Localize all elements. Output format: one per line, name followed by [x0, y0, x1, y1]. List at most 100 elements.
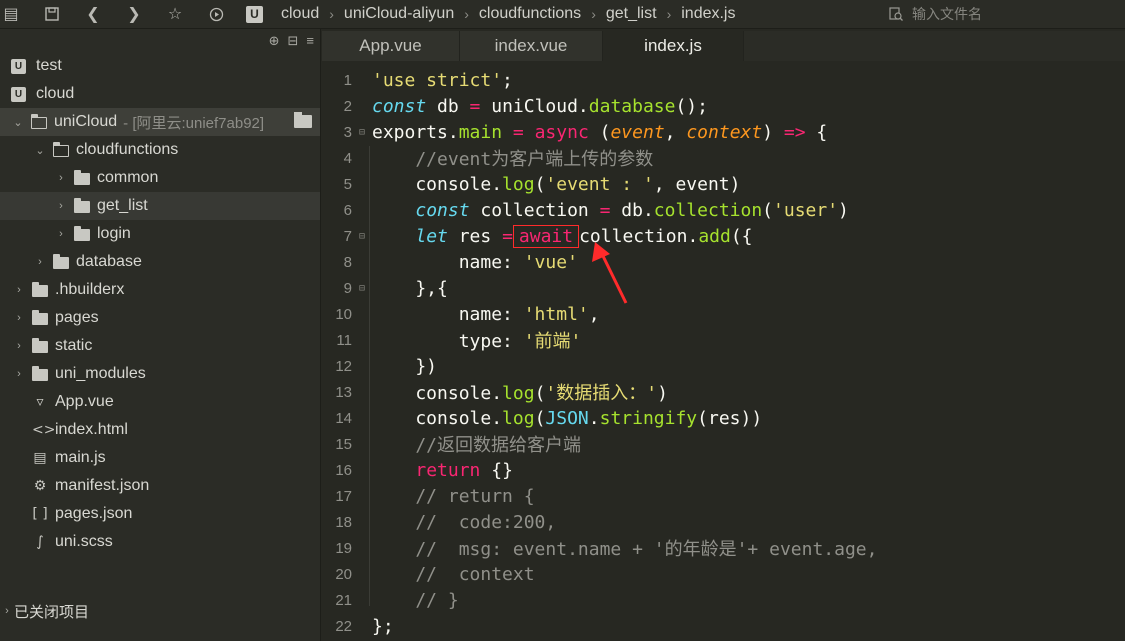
- tree-item-cloud[interactable]: U cloud: [0, 80, 320, 108]
- tree-item-get-list[interactable]: › get_list: [0, 192, 320, 220]
- tree-item-label: login: [97, 225, 131, 242]
- chevron-right-icon[interactable]: ›: [12, 312, 26, 324]
- tree-item-uni-scss[interactable]: ∫ uni.scss: [0, 528, 320, 556]
- closed-projects[interactable]: › 已关闭项目: [0, 597, 320, 625]
- tree-item-label: pages: [55, 309, 99, 326]
- folder-icon: [32, 366, 48, 381]
- locate-icon[interactable]: ⊕: [269, 33, 280, 49]
- tree-item-label: cloudfunctions: [76, 141, 179, 158]
- save-icon[interactable]: [41, 3, 63, 25]
- tree-item-label: pages.json: [55, 505, 133, 522]
- tree-item-label: static: [55, 337, 93, 354]
- project-explorer: ⊕ ⊟ ≡ U test U cloud ⌄ uniCloud - [阿里云:u…: [0, 29, 321, 641]
- tree-item-app-vue[interactable]: ▿ App.vue: [0, 388, 320, 416]
- chevron-right-icon[interactable]: ›: [12, 368, 26, 380]
- collapse-all-icon[interactable]: ⊟: [288, 33, 299, 49]
- tree-item-pages-json[interactable]: [ ] pages.json: [0, 500, 320, 528]
- tab-index-js[interactable]: index.js: [603, 31, 744, 61]
- tree-item-label: main.js: [55, 449, 106, 466]
- project-icon: U: [11, 58, 26, 74]
- tree-item-database[interactable]: › database: [0, 248, 320, 276]
- tree-item-label: App.vue: [55, 393, 114, 410]
- tree-item-static[interactable]: › static: [0, 332, 320, 360]
- tree-item-hbuilderx[interactable]: › .hbuilderx: [0, 276, 320, 304]
- cloud-folder-icon: [294, 112, 312, 128]
- tree-item-unicloud[interactable]: ⌄ uniCloud - [阿里云:unief7ab92]: [0, 108, 320, 136]
- html-file-icon: <>: [32, 422, 56, 438]
- chevron-right-icon[interactable]: ›: [33, 256, 47, 268]
- chevron-right-icon[interactable]: ›: [0, 605, 14, 617]
- tree-item-label: test: [36, 57, 62, 74]
- tree-item-label: index.html: [55, 421, 128, 438]
- chevron-right-icon: ›: [666, 6, 672, 22]
- cloud-function-folder-icon: [74, 170, 90, 185]
- folder-icon: [53, 254, 69, 269]
- manifest-file-icon: ⚙: [33, 478, 47, 494]
- json-file-icon: [ ]: [32, 506, 48, 522]
- cloud-function-folder-icon: [74, 198, 90, 213]
- vue-file-icon: ▿: [36, 394, 44, 410]
- toolbar: ▤ ❮ ❯ ☆ U cloud › uniCloud-aliyun › clou…: [0, 0, 1125, 29]
- cloud-function-folder-icon: [74, 226, 90, 241]
- tab-index-vue[interactable]: index.vue: [460, 31, 603, 61]
- tree-item-pages[interactable]: › pages: [0, 304, 320, 332]
- sidebar-menu-icon[interactable]: ≡: [306, 33, 314, 49]
- menu-icon[interactable]: ▤: [0, 3, 22, 25]
- folder-open-icon: [30, 113, 47, 129]
- breadcrumb-item[interactable]: get_list: [602, 5, 661, 23]
- breadcrumb-item[interactable]: cloud: [277, 5, 323, 23]
- chevron-right-icon[interactable]: ›: [12, 340, 26, 352]
- tree-item-label: manifest.json: [55, 477, 150, 494]
- tree-item-label: uni.scss: [55, 533, 113, 550]
- tree-item-manifest-json[interactable]: ⚙ manifest.json: [0, 472, 320, 500]
- star-icon[interactable]: ☆: [164, 3, 186, 25]
- cloud-provider-hint: - [阿里云:unief7ab92]: [123, 114, 265, 132]
- code-editor[interactable]: 1'use strict'; 2 const db = uniCloud.data…: [322, 64, 1125, 641]
- tree-item-test[interactable]: U test: [0, 52, 320, 80]
- tree-item-label: cloud: [36, 85, 75, 102]
- tree-item-label: uniCloud: [54, 113, 118, 130]
- tree-item-uni-modules[interactable]: › uni_modules: [0, 360, 320, 388]
- project-icon: U: [11, 86, 26, 102]
- tree-item-main-js[interactable]: ▤ main.js: [0, 444, 320, 472]
- editor-tabs: App.vue index.vue index.js: [322, 31, 1125, 61]
- closed-projects-label: 已关闭项目: [14, 603, 90, 621]
- tree-item-label: get_list: [97, 197, 148, 214]
- tree-item-label: database: [76, 253, 142, 270]
- breadcrumb-item[interactable]: uniCloud-aliyun: [340, 5, 458, 23]
- tree-item-index-html[interactable]: <> index.html: [0, 416, 320, 444]
- file-search-input[interactable]: [912, 6, 1112, 22]
- js-file-icon: ▤: [33, 450, 47, 466]
- file-search: [880, 3, 1125, 25]
- project-logo-icon: U: [246, 5, 263, 23]
- scss-file-icon: ∫: [36, 534, 44, 550]
- run-icon[interactable]: [205, 3, 227, 25]
- chevron-right-icon: ›: [464, 6, 469, 22]
- tree-item-label: uni_modules: [55, 365, 146, 382]
- tree-item-label: common: [97, 169, 159, 186]
- chevron-right-icon[interactable]: ›: [12, 284, 26, 296]
- chevron-down-icon[interactable]: ⌄: [33, 144, 47, 157]
- sidebar-tools: ⊕ ⊟ ≡: [269, 33, 314, 49]
- tab-app-vue[interactable]: App.vue: [322, 31, 460, 61]
- chevron-right-icon[interactable]: ›: [54, 228, 68, 240]
- breadcrumb-item[interactable]: cloudfunctions: [475, 5, 585, 23]
- file-search-icon: [880, 6, 912, 22]
- chevron-right-icon[interactable]: ›: [54, 172, 68, 184]
- file-tree: U test U cloud ⌄ uniCloud - [阿里云:unief7a…: [0, 52, 320, 556]
- tree-item-cloudfunctions[interactable]: ⌄ cloudfunctions: [0, 136, 320, 164]
- chevron-right-icon: ›: [329, 6, 334, 22]
- tree-item-label: .hbuilderx: [55, 281, 125, 298]
- back-icon[interactable]: ❮: [82, 3, 104, 25]
- folder-icon: [32, 282, 48, 297]
- tree-item-common[interactable]: › common: [0, 164, 320, 192]
- forward-icon[interactable]: ❯: [123, 3, 145, 25]
- chevron-down-icon[interactable]: ⌄: [11, 116, 25, 129]
- breadcrumb-item[interactable]: index.js: [677, 5, 739, 23]
- chevron-right-icon: ›: [591, 6, 596, 22]
- tree-item-login[interactable]: › login: [0, 220, 320, 248]
- folder-icon: [32, 338, 48, 353]
- folder-open-icon: [52, 141, 69, 157]
- chevron-right-icon[interactable]: ›: [54, 200, 68, 212]
- folder-icon: [32, 310, 48, 325]
